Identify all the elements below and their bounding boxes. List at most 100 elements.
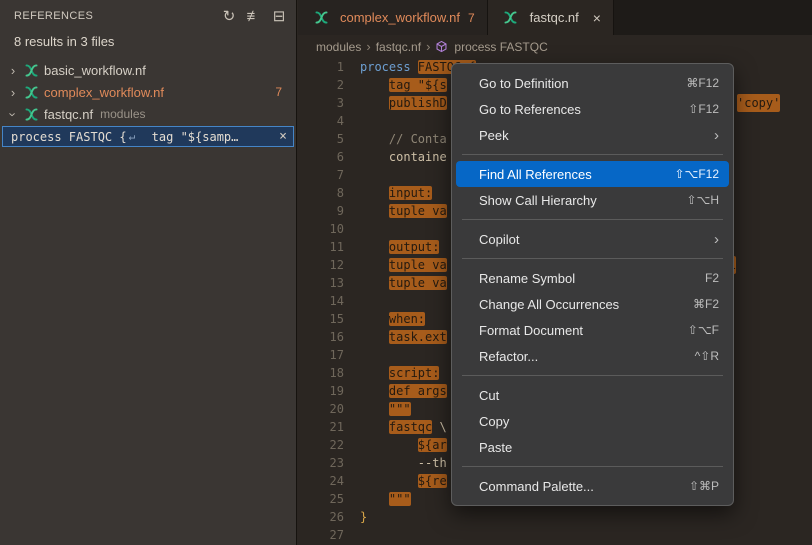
menu-item-format-document[interactable]: Format Document⇧⌥F	[456, 317, 729, 343]
file-row-basic-workflow-nf[interactable]: › basic_workflow.nf	[0, 59, 296, 81]
menu-shortcut: ^⇧R	[695, 349, 719, 363]
sidebar-header: REFERENCES ↻≢⊟	[0, 0, 296, 32]
chevron-icon[interactable]: ›	[6, 63, 20, 78]
code-text: output:	[344, 238, 439, 256]
code-text: when:	[344, 310, 425, 328]
menu-item-go-to-references[interactable]: Go to References⇧F12	[456, 96, 729, 122]
code-text: """	[344, 490, 411, 508]
code-segment: // Conta	[389, 132, 447, 146]
menu-item-change-all-occurrences[interactable]: Change All Occurrences⌘F2	[456, 291, 729, 317]
file-row-fastqc-nf[interactable]: ›fastqc.nfmodules	[0, 103, 296, 125]
menu-item-label: Command Palette...	[479, 479, 689, 494]
line-number: 19	[298, 382, 344, 400]
code-segment	[360, 474, 418, 488]
tab-bar: complex_workflow.nf7fastqc.nf×	[298, 0, 812, 35]
tab-complex-workflow-nf[interactable]: complex_workflow.nf7	[298, 0, 488, 35]
menu-item-paste[interactable]: Paste	[456, 434, 729, 460]
references-sidebar: REFERENCES ↻≢⊟ 8 results in 3 files › bas…	[0, 0, 297, 545]
code-segment: ${ar	[418, 438, 447, 452]
line-number: 18	[298, 364, 344, 382]
code-segment	[360, 402, 389, 416]
results-summary: 8 results in 3 files	[0, 32, 296, 59]
code-segment	[360, 276, 389, 290]
line-number: 1	[298, 58, 344, 76]
file-list: ›basic_workflow.nf›complex_workflow.nf7›…	[0, 59, 296, 147]
tab-label: complex_workflow.nf	[340, 10, 460, 25]
code-segment: --th	[418, 456, 447, 470]
menu-item-label: Copy	[479, 414, 719, 429]
chevron-icon[interactable]: ›	[6, 85, 20, 100]
code-text: tuple va	[344, 256, 447, 274]
breadcrumb[interactable]: modules›fastqc.nf›process FASTQC	[298, 35, 812, 58]
code-text: def args	[344, 382, 447, 400]
code-segment	[360, 420, 389, 434]
line-number: 14	[298, 292, 344, 310]
menu-item-copilot[interactable]: Copilot›	[456, 226, 729, 252]
menu-item-go-to-definition[interactable]: Go to Definition⌘F12	[456, 70, 729, 96]
code-segment	[360, 186, 389, 200]
menu-item-cut[interactable]: Cut	[456, 382, 729, 408]
code-text: """	[344, 400, 411, 418]
menu-item-label: Refactor...	[479, 349, 695, 364]
code-text	[344, 112, 360, 130]
code-segment: when:	[389, 312, 425, 326]
code-segment: """	[389, 402, 411, 416]
breadcrumb-item-modules[interactable]: modules	[316, 40, 361, 54]
code-text	[344, 526, 360, 544]
close-icon[interactable]: ×	[593, 10, 601, 26]
code-segment	[360, 240, 389, 254]
code-text: tag "${s	[344, 76, 447, 94]
menu-item-label: Change All Occurrences	[479, 297, 693, 312]
clear-all-icon[interactable]: ≢	[243, 5, 265, 27]
close-icon[interactable]: ×	[273, 129, 287, 144]
symbol-icon	[435, 40, 448, 53]
menu-item-label: Go to Definition	[479, 76, 686, 91]
menu-item-refactor[interactable]: Refactor...^⇧R	[456, 343, 729, 369]
menu-item-show-call-hierarchy[interactable]: Show Call Hierarchy⇧⌥H	[456, 187, 729, 213]
line-number: 11	[298, 238, 344, 256]
menu-item-label: Show Call Hierarchy	[479, 193, 686, 208]
nextflow-icon	[23, 62, 39, 78]
menu-item-find-all-references[interactable]: Find All References⇧⌥F12	[456, 161, 729, 187]
breadcrumb-item-fastqc-nf[interactable]: fastqc.nf	[376, 40, 421, 54]
code-segment	[360, 366, 389, 380]
menu-item-copy[interactable]: Copy	[456, 408, 729, 434]
menu-shortcut: ⇧⌥H	[686, 193, 719, 207]
code-text: task.ext	[344, 328, 447, 346]
breadcrumb-item-process-fastqc[interactable]: process FASTQC	[454, 40, 547, 54]
refresh-icon[interactable]: ↻	[218, 5, 240, 27]
file-row-complex-workflow-nf[interactable]: ›complex_workflow.nf7	[0, 81, 296, 103]
menu-item-label: Go to References	[479, 102, 688, 117]
tab-fastqc-nf[interactable]: fastqc.nf×	[488, 0, 614, 35]
collapse-all-icon[interactable]: ⊟	[268, 5, 290, 27]
menu-item-label: Cut	[479, 388, 719, 403]
menu-item-peek[interactable]: Peek›	[456, 122, 729, 148]
code-fragment: 'copy'	[737, 94, 780, 112]
context-menu: Go to Definition⌘F12Go to References⇧F12…	[451, 63, 734, 506]
line-number: 12	[298, 256, 344, 274]
line-number: 25	[298, 490, 344, 508]
line-number: 10	[298, 220, 344, 238]
submenu-arrow-icon: ›	[714, 231, 719, 248]
menu-item-rename-symbol[interactable]: Rename SymbolF2	[456, 265, 729, 291]
reference-result[interactable]: process FASTQC {↵ tag "${samp…×	[2, 126, 294, 147]
chevron-right-icon: ›	[426, 39, 430, 54]
code-text: ${ar	[344, 436, 447, 454]
code-text: publishD	[344, 94, 447, 112]
results-count-badge: 7	[275, 85, 282, 99]
code-text: tuple va	[344, 202, 447, 220]
code-segment	[360, 132, 389, 146]
code-text: // Conta	[344, 130, 447, 148]
nextflow-icon	[503, 10, 519, 26]
vscode-window: REFERENCES ↻≢⊟ 8 results in 3 files › bas…	[0, 0, 812, 545]
code-segment	[360, 96, 389, 110]
chevron-icon[interactable]: ›	[6, 107, 21, 121]
code-segment: }	[360, 510, 367, 524]
code-text: tuple va	[344, 274, 447, 292]
menu-shortcut: ⇧F12	[688, 102, 719, 116]
file-name: basic_workflow.nf	[44, 63, 146, 78]
menu-item-command-palette[interactable]: Command Palette...⇧⌘P	[456, 473, 729, 499]
menu-item-label: Format Document	[479, 323, 688, 338]
reference-text: process FASTQC {	[11, 130, 127, 144]
menu-separator	[462, 154, 723, 155]
